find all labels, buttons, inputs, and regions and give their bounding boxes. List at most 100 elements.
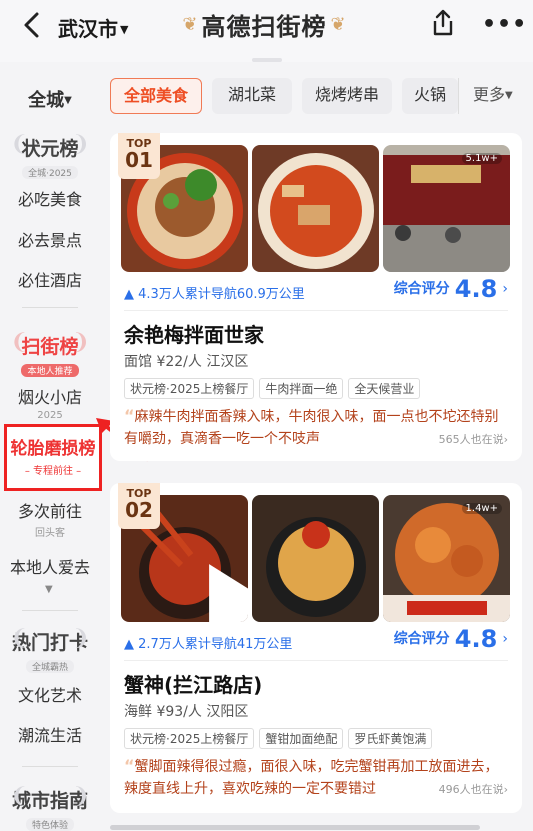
item-sub: 2025 [37,410,63,421]
restaurant-name[interactable]: 余艳梅拌面世家 [124,319,264,348]
group-subtitle: 本地人推荐 [21,364,79,377]
rank-badge: TOP 02 [118,483,160,529]
overall-score[interactable]: 综合评分 4.8 › [394,625,508,653]
food-photo[interactable] [252,145,379,272]
restaurant-card[interactable]: TOP 02 1.4w+ ▲ 2.7万人累计导航41万公里 综合评分 4.8 ›… [110,483,522,813]
group-subtitle: 特色体验 [25,818,74,831]
tag-list: 状元榜·2025上榜餐厅 牛肉拌面一绝 全天候营业 [124,378,421,399]
chevron-right-icon: › [502,631,508,647]
item-label: 多次前往 [17,502,82,521]
overall-score[interactable]: 综合评分 4.8 › [394,275,508,303]
tag-chip: 罗氏虾黄饱满 [348,728,433,749]
navigation-stat: ▲ 4.3万人累计导航60.9万公里 [124,283,305,302]
chevron-down-icon: ▼ [120,23,129,36]
food-photo[interactable]: 1.4w+ [383,495,510,622]
rank-badge: TOP 01 [118,133,160,179]
storefront-image [383,145,510,272]
item-label: 轮胎磨损榜 [10,439,96,459]
score-label: 综合评分 [393,281,450,297]
group-subtitle: 全城·2025 [22,166,78,179]
score-value: 4.8 [454,625,498,653]
chevron-down-icon[interactable]: ▼ [45,584,53,595]
tab-bbq[interactable]: 烧烤烤串 [302,78,392,114]
wreath-left-icon: ❨ [10,626,29,651]
page-title: ❦ 高德扫街榜 ❦ [180,6,348,42]
back-arrow-icon[interactable] [18,10,48,40]
crab-noodle-photo [252,495,379,622]
quote-icon: “ [124,406,135,425]
divider [124,310,508,311]
wreath-right-icon: ❩ [71,330,90,355]
review-count-text: 496人也在说 [438,783,504,796]
views-count: 5.1w+ [461,153,502,164]
quote-icon: “ [124,756,135,775]
sidebar-item-culture-art[interactable]: 文化艺术 [0,682,100,706]
sidebar-item-must-eat[interactable]: 必吃美食 [0,186,100,210]
storefront-photo[interactable]: 5.1w+ [383,145,510,272]
rank-number: 01 [125,148,153,172]
region-selector[interactable]: 全城▼ [0,86,100,112]
food-photo[interactable] [252,495,379,622]
play-icon[interactable] [171,543,248,622]
chevron-right-icon: › [502,281,508,297]
restaurant-card[interactable]: TOP 01 5.1w+ ▲ 4.3万人累计导航60.9万公里 综合评分 4.8… [110,133,522,461]
sidebar-group-city-guide[interactable]: ❨ ❩ 城市指南 特色体验 [0,784,100,831]
restaurant-meta: 海鲜 ¥93/人 汉阳区 [124,704,249,720]
sidebar-item-must-stay[interactable]: 必住酒店 [0,267,100,291]
wreath-right-icon: ❩ [71,132,90,157]
category-tabs: 全部美食 湖北菜 烧烤烤串 火锅 更多▼ [110,78,533,116]
item-label: 烟火小店 [17,388,82,407]
sheet-grabber[interactable] [252,58,282,62]
wreath-left-icon: ❨ [10,132,29,157]
review-count[interactable]: 496人也在说› [439,781,508,797]
sidebar-item-repeat-visit[interactable]: 多次前往 回头客 [0,498,100,539]
sidebar-item-must-visit[interactable]: 必去景点 [0,227,100,251]
sidebar-group-hot-checkin[interactable]: ❨ ❩ 热门打卡 全城霸热 [0,626,100,674]
review-count-text: 565人也在说 [438,433,504,446]
chevron-right-icon: › [503,783,508,796]
tab-all-food[interactable]: 全部美食 [110,78,202,114]
page-title-text: 高德扫街榜 [201,12,327,41]
horizontal-scrollbar[interactable] [110,825,480,830]
restaurant-name[interactable]: 蟹神(拦江路店) [124,669,262,698]
sidebar-item-yanhuo[interactable]: 烟火小店 2025 [0,384,100,421]
tab-hotpot[interactable]: 火锅 [402,78,458,114]
tag-chip: 全天候营业 [348,378,421,399]
chevron-down-icon: ▼ [505,90,513,101]
divider [22,307,78,308]
share-icon[interactable] [428,8,458,38]
tab-more[interactable]: 更多▼ [458,78,533,114]
tag-chip: 牛肉拌面一绝 [259,378,344,399]
score-value: 4.8 [454,275,498,303]
divider [22,766,78,767]
sidebar: 全城▼ ❨ ❩ 状元榜 全城·2025 必吃美食 必去景点 必住酒店 ❨ ❩ 扫… [0,62,102,831]
score-label: 综合评分 [393,631,450,647]
tab-hubei-cuisine[interactable]: 湖北菜 [212,78,292,114]
tab-more-label: 更多 [473,85,506,104]
sidebar-group-zhuangyuan[interactable]: ❨ ❩ 状元榜 全城·2025 [0,132,100,180]
chevron-down-icon: ▼ [64,95,72,106]
sidebar-item-trend-life[interactable]: 潮流生活 [0,722,100,746]
wreath-right-icon: ❩ [71,784,90,809]
navigation-stat: ▲ 2.7万人累计导航41万公里 [124,633,292,652]
city-selector[interactable]: 武汉市 ▼ [58,13,128,42]
wreath-left-icon: ❨ [10,784,29,809]
item-sub: 回头客 [35,528,65,539]
tag-chip: 状元榜·2025上榜餐厅 [124,378,255,399]
nav-stat-text: 4.3万人累计导航60.9万公里 [138,287,305,302]
sidebar-item-locals-love[interactable]: 本地人爱去 [0,554,100,578]
wreath-right-icon: ❩ [71,626,90,651]
crab-platter-photo [383,495,510,622]
review-count[interactable]: 565人也在说› [439,431,508,447]
nav-stat-text: 2.7万人累计导航41万公里 [138,637,293,652]
laurel-right-icon: ❦ [330,13,346,35]
more-options-icon[interactable]: ••• [482,12,527,37]
tag-chip: 状元榜·2025上榜餐厅 [124,728,255,749]
rank-number: 02 [125,498,153,522]
sidebar-group-saojie[interactable]: ❨ ❩ 扫街榜 本地人推荐 [0,330,100,378]
sidebar-item-tire-wear[interactable]: 轮胎磨损榜 – 专程前往 – [4,424,102,491]
nav-arrow-icon: ▲ [124,637,134,652]
item-sub: – 专程前往 – [24,466,82,477]
views-count: 1.4w+ [461,503,502,514]
tag-chip: 蟹钳加面绝配 [259,728,344,749]
